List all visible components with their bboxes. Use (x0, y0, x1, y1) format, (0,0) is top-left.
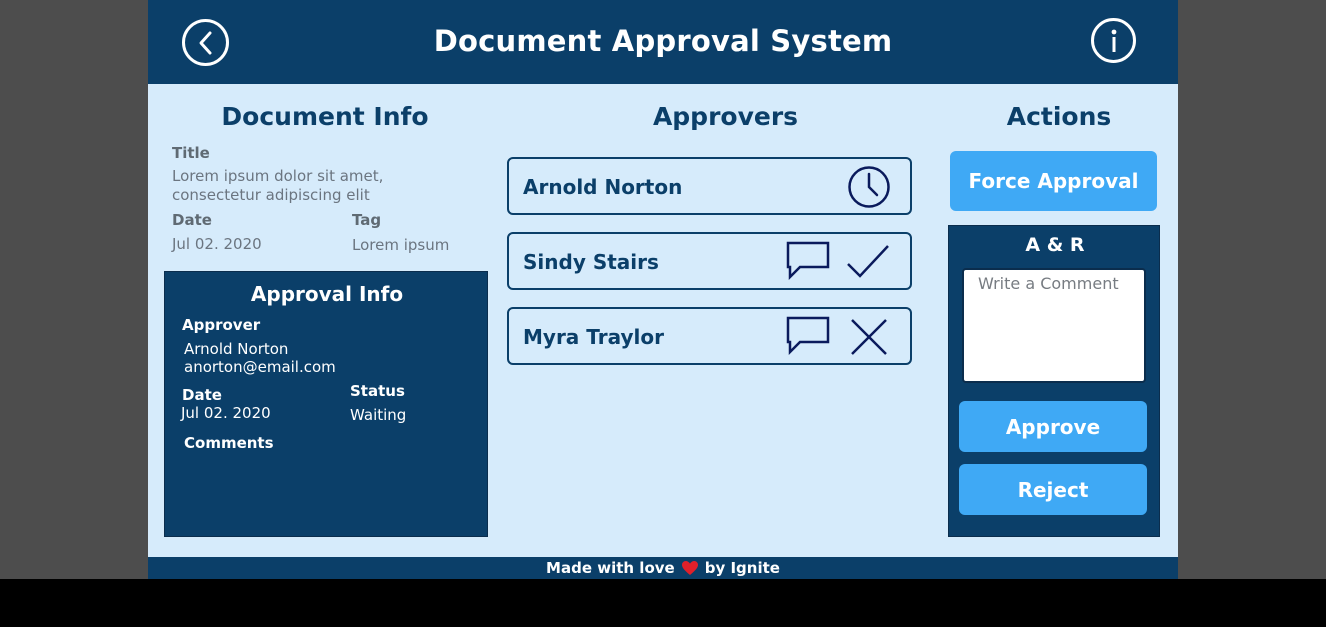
ar-heading: A & R (1025, 234, 1085, 256)
doc-title-value: Lorem ipsum dolor sit amet, consectetur … (172, 167, 384, 204)
footer-suffix: by Ignite (704, 559, 780, 577)
checkmark-icon[interactable] (844, 242, 892, 282)
document-info-heading: Document Info (221, 102, 429, 131)
approver-row[interactable]: Sindy Stairs (507, 232, 912, 290)
approver-row-name: Arnold Norton (523, 175, 683, 199)
approver-name: Arnold Norton (184, 340, 289, 358)
doc-tag-value: Lorem ipsum (352, 236, 450, 254)
approvers-heading: Approvers (652, 102, 799, 131)
comment-icon[interactable] (786, 316, 830, 356)
approver-row-name: Myra Traylor (523, 325, 664, 349)
reject-button[interactable]: Reject (959, 464, 1147, 515)
footer-prefix: Made with love (546, 559, 675, 577)
footer: Made with love by Ignite (148, 557, 1178, 579)
approver-row[interactable]: Arnold Norton (507, 157, 912, 215)
status-value: Waiting (350, 406, 407, 424)
doc-date-value: Jul 02. 2020 (172, 235, 262, 253)
doc-tag-label: Tag (352, 211, 382, 229)
approver-row-name: Sindy Stairs (523, 250, 659, 274)
approver-label: Approver (182, 316, 261, 334)
status-label: Status (350, 382, 405, 400)
approval-info-panel: Approval Info Approver Arnold Norton ano… (164, 271, 488, 537)
actions-heading: Actions (1006, 102, 1112, 131)
approver-email: anorton@email.com (184, 358, 336, 376)
doc-title-label: Title (172, 144, 210, 162)
approval-date-value: Jul 02. 2020 (181, 404, 271, 422)
close-icon[interactable] (849, 317, 889, 357)
force-approval-button[interactable]: Force Approval (950, 151, 1157, 211)
heart-icon (681, 561, 698, 575)
comment-input[interactable] (962, 268, 1146, 383)
header-bar: Document Approval System (148, 0, 1178, 84)
page-title: Document Approval System (433, 24, 893, 58)
approver-row[interactable]: Myra Traylor (507, 307, 912, 365)
approve-reject-panel: A & R Approve Reject (948, 225, 1160, 537)
info-button[interactable] (1091, 18, 1136, 63)
approval-info-heading: Approval Info (250, 282, 404, 306)
comments-label: Comments (184, 434, 274, 452)
comment-icon[interactable] (786, 241, 830, 281)
approve-button[interactable]: Approve (959, 401, 1147, 452)
approval-date-label: Date (182, 386, 222, 404)
info-icon (1111, 29, 1116, 52)
clock-icon[interactable] (847, 165, 891, 209)
doc-date-label: Date (172, 211, 212, 229)
app-window: Document Approval System Document Info T… (148, 0, 1178, 579)
